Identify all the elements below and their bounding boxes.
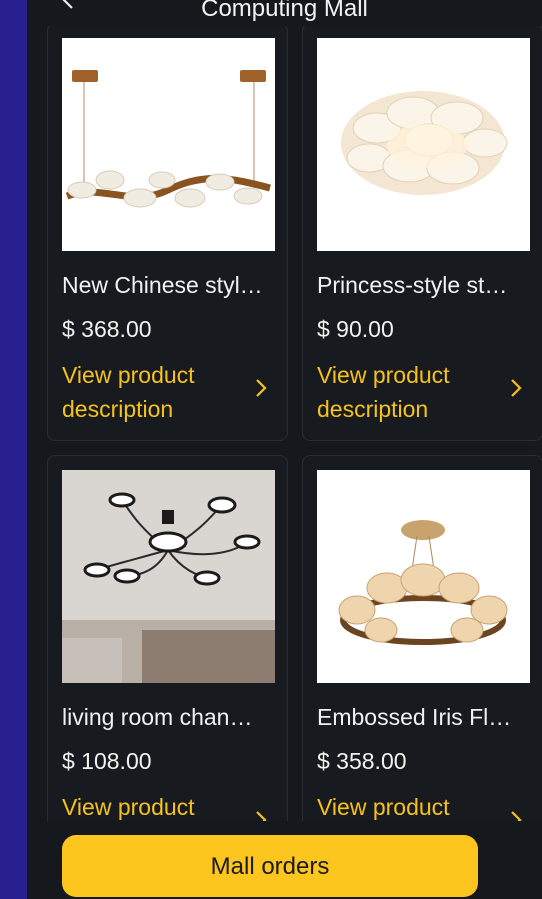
product-card[interactable]: Embossed Iris Fl… $ 358.00 View product …: [302, 455, 542, 821]
chevron-right-icon[interactable]: [509, 809, 523, 821]
product-image: [62, 470, 275, 683]
product-card[interactable]: New Chinese styl… $ 368.00 View product …: [47, 23, 288, 441]
product-name: Embossed Iris Fl…: [317, 704, 512, 730]
product-image: [317, 38, 530, 251]
view-product-description-link[interactable]: View product description: [317, 790, 492, 821]
product-price: $ 358.00: [317, 748, 407, 774]
product-name: New Chinese styl…: [62, 272, 263, 298]
mall-orders-button[interactable]: Mall orders: [62, 835, 478, 897]
chevron-right-icon[interactable]: [509, 377, 523, 399]
mall-screen: New Chinese styl… $ 368.00 View product …: [27, 0, 542, 899]
product-grid: New Chinese styl… $ 368.00 View product …: [47, 23, 542, 821]
chevron-right-icon[interactable]: [254, 809, 268, 821]
product-price: $ 368.00: [62, 316, 152, 342]
product-price: $ 108.00: [62, 748, 152, 774]
view-product-description-link[interactable]: View product description: [62, 358, 237, 426]
top-navigation-bar: Computing Mall: [27, 0, 542, 26]
view-product-description-link[interactable]: View product description: [317, 358, 492, 426]
product-name: living room chan…: [62, 704, 253, 730]
product-card[interactable]: Princess-style st… $ 90.00 View product …: [302, 23, 542, 441]
product-price: $ 90.00: [317, 316, 394, 342]
page-title: Computing Mall: [201, 0, 368, 22]
product-card[interactable]: living room chan… $ 108.00 View product …: [47, 455, 288, 821]
product-image: [62, 38, 275, 251]
view-product-description-link[interactable]: View product description: [62, 790, 237, 821]
product-image: [317, 470, 530, 683]
product-name: Princess-style st…: [317, 272, 508, 298]
chevron-right-icon[interactable]: [254, 377, 268, 399]
